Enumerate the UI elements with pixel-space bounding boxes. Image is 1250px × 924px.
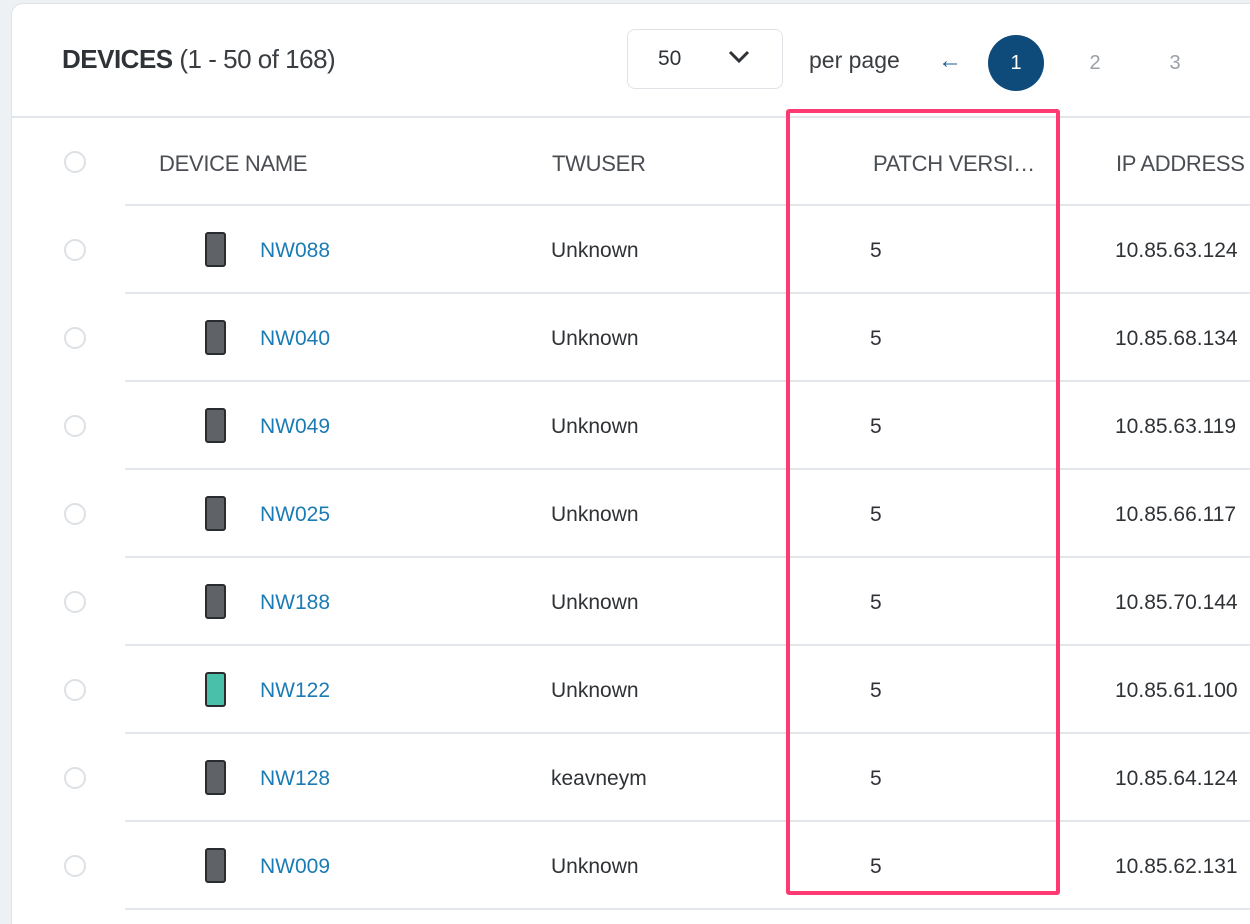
table-row[interactable]: NW128 keavneym 5 10.85.64.124 <box>12 734 1250 822</box>
title-label: DEVICES <box>62 44 173 74</box>
device-name-link[interactable]: NW122 <box>260 679 330 703</box>
column-header-twuser[interactable]: TWUSER <box>552 151 646 177</box>
device-name-link[interactable]: NW040 <box>260 327 330 351</box>
column-header-device-name[interactable]: DEVICE NAME <box>159 151 308 177</box>
mobile-device-icon <box>205 232 226 267</box>
table-row[interactable]: NW188 Unknown 5 10.85.70.144 <box>12 558 1250 646</box>
mobile-device-icon <box>205 760 226 795</box>
device-count: (1 - 50 of 168) <box>179 44 336 74</box>
patch-version-cell: 5 <box>870 767 882 790</box>
per-page-select[interactable]: 50 <box>627 29 783 89</box>
row-select-radio[interactable] <box>64 767 86 789</box>
row-select-radio[interactable] <box>64 415 86 437</box>
table-row[interactable]: NW088 Unknown 5 10.85.63.124 <box>12 206 1250 294</box>
mobile-device-icon <box>205 408 226 443</box>
mobile-device-icon <box>205 848 226 883</box>
ip-address-cell: 10.85.61.100 <box>1115 679 1238 702</box>
per-page-label: per page <box>809 47 900 73</box>
row-select-radio[interactable] <box>64 855 86 877</box>
page-title: DEVICES (1 - 50 of 168) <box>62 44 336 75</box>
ip-address-cell: 10.85.62.131 <box>1115 855 1238 878</box>
mobile-device-icon <box>205 496 226 531</box>
patch-version-cell: 5 <box>870 591 882 614</box>
patch-version-cell: 5 <box>870 679 882 702</box>
twuser-cell: Unknown <box>551 679 639 702</box>
patch-version-cell: 5 <box>870 855 882 878</box>
row-select-radio[interactable] <box>64 679 86 701</box>
twuser-cell: Unknown <box>551 415 639 438</box>
ip-address-cell: 10.85.63.124 <box>1115 239 1238 262</box>
patch-version-cell: 5 <box>870 503 882 526</box>
ip-address-cell: 10.85.63.119 <box>1115 415 1237 438</box>
devices-panel: DEVICES (1 - 50 of 168) 50 per page ← 1 … <box>11 3 1250 924</box>
row-select-radio[interactable] <box>64 591 86 613</box>
chevron-down-icon <box>728 50 750 69</box>
select-all-radio[interactable] <box>64 151 86 173</box>
table-row[interactable]: NW049 Unknown 5 10.85.63.119 <box>12 382 1250 470</box>
devices-header: DEVICES (1 - 50 of 168) 50 per page ← 1 … <box>12 4 1250 118</box>
twuser-cell: keavneym <box>551 767 647 790</box>
mobile-device-icon <box>205 584 226 619</box>
twuser-cell: Unknown <box>551 239 639 262</box>
row-select-radio[interactable] <box>64 503 86 525</box>
table-row[interactable]: NW009 Unknown 5 10.85.62.131 <box>12 822 1250 910</box>
twuser-cell: Unknown <box>551 855 639 878</box>
mobile-device-icon <box>205 320 226 355</box>
ip-address-cell: 10.85.66.117 <box>1115 503 1237 526</box>
arrow-left-icon[interactable]: ← <box>938 47 962 75</box>
per-page-value: 50 <box>658 47 682 70</box>
device-name-link[interactable]: NW049 <box>260 415 330 439</box>
column-header-ip-address[interactable]: IP ADDRESS <box>1116 151 1245 177</box>
device-name-link[interactable]: NW088 <box>260 239 330 263</box>
patch-version-cell: 5 <box>870 239 882 262</box>
patch-version-cell: 5 <box>870 415 882 438</box>
ip-address-cell: 10.85.68.134 <box>1115 327 1238 350</box>
device-name-link[interactable]: NW128 <box>260 767 330 791</box>
table-row[interactable]: NW025 Unknown 5 10.85.66.117 <box>12 470 1250 558</box>
column-header-patch-version[interactable]: PATCH VERSI… <box>873 151 1035 177</box>
table-row[interactable]: NW040 Unknown 5 10.85.68.134 <box>12 294 1250 382</box>
table-row[interactable]: NW122 Unknown 5 10.85.61.100 <box>12 646 1250 734</box>
device-name-link[interactable]: NW025 <box>260 503 330 527</box>
ip-address-cell: 10.85.64.124 <box>1115 767 1238 790</box>
page-2-button[interactable]: 2 <box>1067 35 1123 91</box>
row-select-radio[interactable] <box>64 327 86 349</box>
table-header-row: DEVICE NAME TWUSER PATCH VERSI… IP ADDRE… <box>12 118 1250 206</box>
mobile-device-icon <box>205 672 226 707</box>
twuser-cell: Unknown <box>551 591 639 614</box>
page-1-button[interactable]: 1 <box>988 35 1044 91</box>
row-divider <box>125 908 1250 910</box>
twuser-cell: Unknown <box>551 503 639 526</box>
row-select-radio[interactable] <box>64 239 86 261</box>
device-name-link[interactable]: NW009 <box>260 855 330 879</box>
twuser-cell: Unknown <box>551 327 639 350</box>
patch-version-cell: 5 <box>870 327 882 350</box>
page-3-button[interactable]: 3 <box>1147 35 1203 91</box>
ip-address-cell: 10.85.70.144 <box>1115 591 1238 614</box>
device-name-link[interactable]: NW188 <box>260 591 330 615</box>
